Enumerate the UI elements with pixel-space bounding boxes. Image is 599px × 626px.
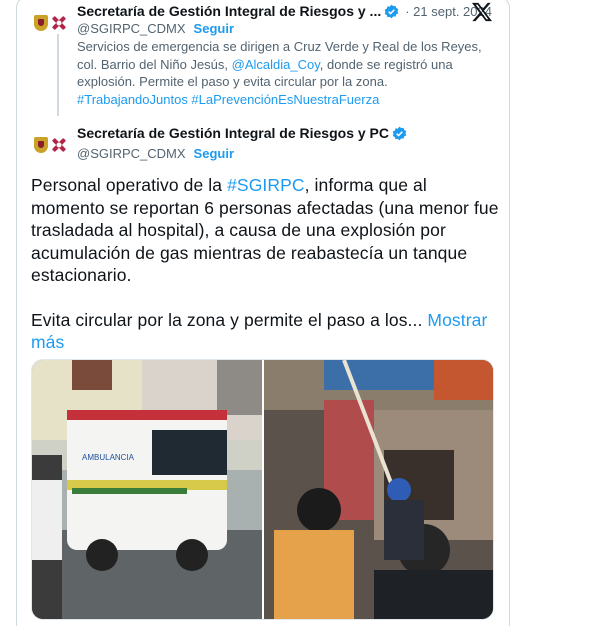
- main-follow-button[interactable]: Seguir: [194, 146, 234, 161]
- main-text-part1: Personal operativo de la: [31, 175, 228, 195]
- main-handle-row: @SGIRPC_CDMX Seguir: [77, 146, 234, 161]
- cdmx-rosette-icon: [51, 15, 67, 31]
- main-text-part3: Evita circular por la zona y permite el …: [31, 309, 428, 330]
- quoted-author-name[interactable]: Secretaría de Gestión Integral de Riesgo…: [77, 3, 381, 19]
- main-paragraph-2: Evita circular por la zona y permite el …: [31, 309, 501, 354]
- photo-explosion-site[interactable]: [264, 360, 493, 619]
- coat-of-arms-icon: [34, 137, 48, 153]
- main-author-name[interactable]: Secretaría de Gestión Integral de Riesgo…: [77, 125, 389, 141]
- verified-badge-icon: [384, 4, 399, 18]
- quoted-handle[interactable]: @SGIRPC_CDMX: [77, 21, 186, 36]
- cdmx-rosette-icon: [51, 137, 67, 153]
- author-avatar[interactable]: [34, 8, 74, 38]
- main-hashtag-link[interactable]: #SGIRPC: [227, 175, 305, 195]
- quoted-post-text: Servicios de emergencia se dirigen a Cru…: [77, 38, 487, 108]
- quoted-handle-row: @SGIRPC_CDMX Seguir: [77, 21, 234, 36]
- mention-link[interactable]: @Alcaldia_Coy: [232, 57, 320, 72]
- main-paragraph-1: Personal operativo de la #SGIRPC, inform…: [31, 174, 501, 287]
- main-author-avatar[interactable]: [34, 130, 74, 160]
- quoted-hashtags[interactable]: #TrabajandoJuntos #LaPrevenciónEsNuestra…: [77, 92, 379, 107]
- quoted-author-row: Secretaría de Gestión Integral de Riesgo…: [77, 3, 492, 19]
- media-gallery: AMBULANCIA: [31, 359, 494, 620]
- thread-connector-line: [57, 34, 59, 116]
- x-logo-icon[interactable]: [471, 2, 493, 22]
- main-handle[interactable]: @SGIRPC_CDMX: [77, 146, 186, 161]
- ambulance-label: AMBULANCIA: [82, 453, 135, 462]
- photo-ambulance[interactable]: AMBULANCIA: [32, 360, 262, 619]
- coat-of-arms-icon: [34, 15, 48, 31]
- quoted-follow-button[interactable]: Seguir: [194, 21, 234, 36]
- main-author-row: Secretaría de Gestión Integral de Riesgo…: [77, 125, 407, 141]
- verified-badge-icon: [392, 126, 407, 140]
- main-post-text: Personal operativo de la #SGIRPC, inform…: [31, 174, 501, 354]
